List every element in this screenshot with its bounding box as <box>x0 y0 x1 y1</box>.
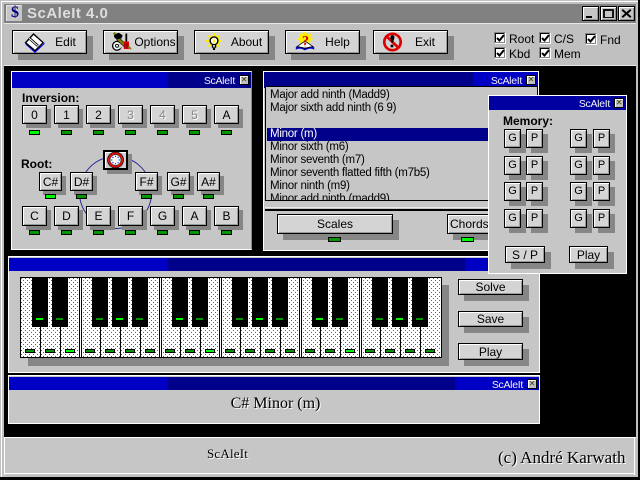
svg-text:?: ? <box>302 34 309 49</box>
